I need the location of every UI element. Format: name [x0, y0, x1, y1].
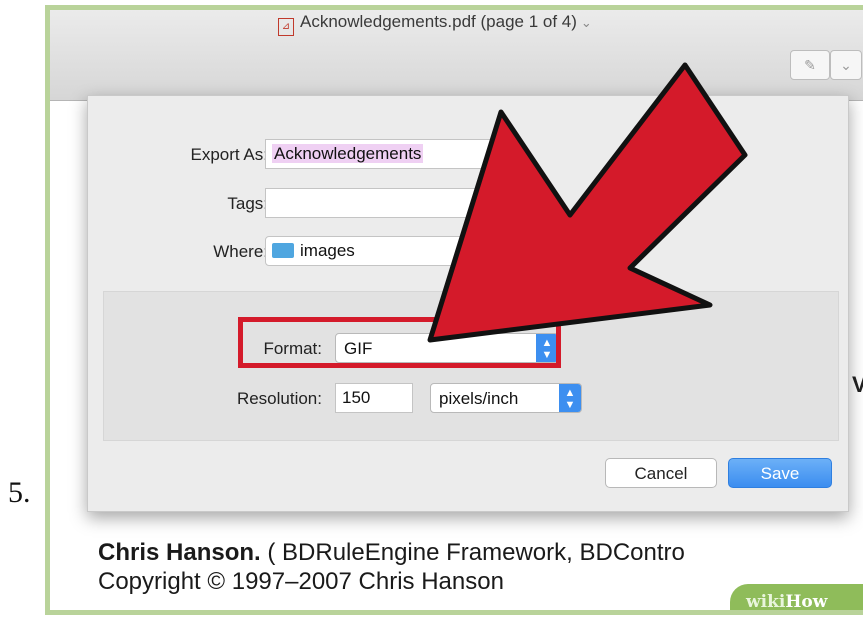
where-label: Where: [213, 242, 268, 261]
step-number: 5. [8, 476, 31, 509]
watermark-prefix: wiki [746, 592, 786, 612]
chevron-down-icon[interactable]: ⌄ [830, 50, 862, 80]
screenshot-frame: ⊿ Acknowledgements.pdf (page 1 of 4) ⌄ ✎ ⌄… [45, 5, 863, 615]
resolution-unit-select[interactable]: pixels/inch ▲ ▼ [430, 383, 582, 413]
export-as-field[interactable]: Acknowledgements [265, 139, 495, 169]
pen-icon[interactable]: ✎ [790, 50, 830, 80]
window-title-text: Acknowledgements.pdf (page 1 of 4) [300, 12, 577, 31]
document-author: Chris Hanson. [98, 539, 261, 566]
pdf-icon: ⊿ [278, 18, 294, 36]
resolution-field[interactable]: 150 [335, 383, 413, 413]
window-title: ⊿ Acknowledgements.pdf (page 1 of 4) ⌄ [278, 12, 592, 36]
export-dialog: Export As: Acknowledgements ⌄ Tags: Wher… [87, 95, 849, 512]
resolution-label: Resolution: [236, 389, 322, 408]
wikihow-watermark: wikiHow [730, 584, 863, 612]
chevron-down-icon[interactable]: ⌄ [581, 15, 592, 30]
document-text-fragment: V [852, 372, 863, 398]
where-select[interactable]: images [265, 236, 465, 266]
folder-icon [272, 243, 294, 258]
document-line1: ( BDRuleEngine Framework, BDContro [260, 539, 685, 566]
document-line2: Copyright © 1997–2007 Chris Hanson [98, 568, 504, 595]
expand-dialog-button[interactable]: ⌄ [692, 142, 720, 170]
export-as-value: Acknowledgements [272, 144, 424, 163]
document-text: Chris Hanson. ( BDRuleEngine Framework, … [98, 538, 685, 596]
window-titlebar: ⊿ Acknowledgements.pdf (page 1 of 4) ⌄ ✎ ⌄ [50, 10, 863, 101]
save-button[interactable]: Save [728, 458, 832, 488]
where-value: images [300, 241, 355, 260]
stepper-arrows-icon: ▲ ▼ [559, 384, 581, 412]
tags-field[interactable] [265, 188, 495, 218]
export-as-label: Export As: [190, 145, 268, 164]
tags-label: Tags: [227, 194, 268, 213]
cancel-button[interactable]: Cancel [605, 458, 717, 488]
resolution-unit-value: pixels/inch [439, 389, 519, 408]
format-highlight-box [238, 317, 561, 368]
watermark-suffix: How [785, 592, 828, 612]
